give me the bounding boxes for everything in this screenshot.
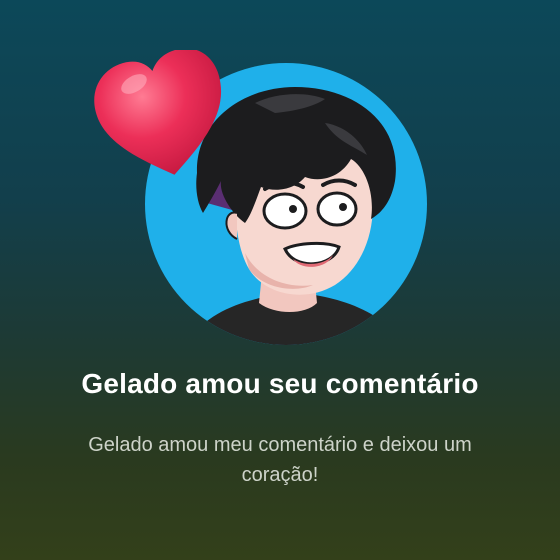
notification-title: Gelado amou seu comentário (81, 368, 479, 399)
notification-message: Gelado amou meu comentário e deixou um c… (88, 434, 472, 486)
heart-icon (92, 50, 232, 182)
notification-card: Gelado amou seu comentário Gelado amou m… (0, 0, 560, 560)
